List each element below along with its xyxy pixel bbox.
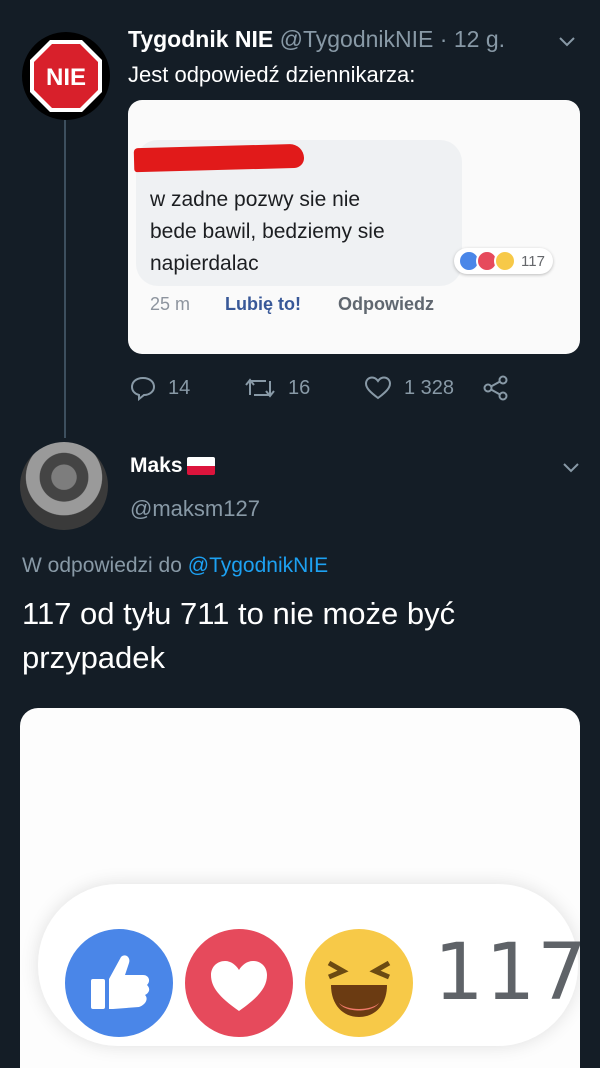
reply-context: W odpowiedzi do @TygodnikNIE [22, 554, 328, 578]
chevron-down-icon[interactable] [560, 456, 582, 478]
reply-action[interactable]: 14 [130, 372, 190, 404]
redacted-name-bar [133, 143, 305, 173]
fb-reactions-summary: 117 [454, 248, 553, 274]
like-count: 1 328 [404, 376, 455, 399]
reply-count: 14 [168, 376, 191, 399]
retweet-count: 16 [288, 376, 311, 399]
share-icon[interactable] [482, 374, 510, 402]
fb-comment-text: w zadne pozwy sie nie bede bawil, bedzie… [150, 184, 450, 280]
heart-icon [364, 376, 392, 400]
fb-reply-link: Odpowiedz [338, 294, 435, 314]
fb-like-link: Lubię to! [225, 294, 302, 314]
haha-reaction-icon [494, 250, 516, 272]
fb-comment-line: napierdalac [150, 252, 259, 275]
quoted-image-card[interactable]: w zadne pozwy sie nie bede bawil, bedzie… [128, 100, 580, 354]
tygodnik-avatar[interactable]: NIE [22, 32, 110, 120]
haha-reaction-icon [300, 924, 418, 1042]
maks-avatar[interactable] [20, 442, 108, 530]
tweet2-author[interactable]: Maks [130, 454, 215, 478]
fb-comment-time: 25 m [150, 294, 191, 314]
tweet1-header: Tygodnik NIE @TygodnikNIE · 12 g. [128, 26, 505, 53]
tweet2-author-name: Maks [130, 454, 183, 477]
reply-to-link[interactable]: @TygodnikNIE [188, 554, 328, 577]
reply-prefix: W odpowiedzi do [22, 554, 182, 577]
avatar-logo-text: NIE [46, 64, 86, 91]
fb-comment-actions: 25 m Lubię to! Odpowiedz [150, 294, 434, 315]
poland-flag-icon [186, 457, 215, 475]
fb-comment-line: w zadne pozwy sie nie [150, 188, 361, 211]
tweet1-time[interactable]: 12 g. [454, 26, 505, 52]
tweet2-image[interactable]: 117 [20, 708, 580, 1068]
tweet1-separator: · [439, 26, 448, 52]
retweet-icon [245, 378, 275, 398]
tweet1-text: Jest odpowiedź dziennikarza: [128, 62, 416, 87]
like-reaction-icon [60, 924, 178, 1042]
chevron-down-icon[interactable] [556, 30, 578, 52]
reactions-pill: 117 [38, 884, 580, 1046]
reply-icon [130, 376, 156, 401]
tweet2-text: 117 od tyłu 711 to nie może być przypade… [22, 596, 456, 675]
tweet2-handle[interactable]: @maksm127 [130, 496, 260, 522]
fb-comment-line: bede bawil, bedziemy sie [150, 220, 385, 243]
thread-line [64, 120, 66, 438]
reactions-count: 117 [434, 928, 580, 1018]
retweet-action[interactable]: 16 [244, 372, 310, 404]
love-reaction-icon [180, 924, 298, 1042]
stop-sign-logo-icon: NIE [30, 40, 102, 112]
tweet1-handle[interactable]: @TygodnikNIE [280, 26, 434, 52]
fb-reactions-count: 117 [521, 252, 545, 270]
like-action[interactable]: 1 328 [364, 372, 454, 404]
tweet1-author-name[interactable]: Tygodnik NIE [128, 26, 273, 52]
